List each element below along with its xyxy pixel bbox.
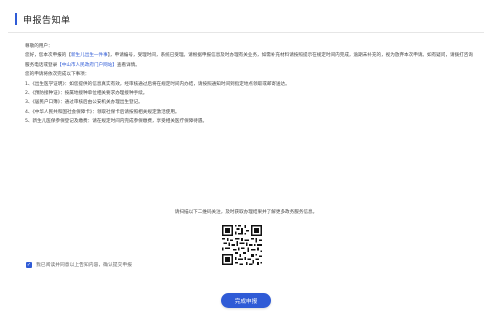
list-item: 3、《居民户口簿》：通过审核后由公安机关办理出生登记。 [25,100,143,106]
qr-code-icon [222,225,262,265]
section-title: 您的申请将依次完成以下事项： [25,72,90,78]
accent-bar [15,13,17,25]
intro-text-3: ，受理时间 [132,53,156,59]
intro-text-5: 查看详情。 [116,62,140,68]
list-item: 4、《中华人民共和国社会保障卡》：领取社保卡后请按照相关规定激活使用。 [25,109,180,115]
intro-text-1: 您好，您本次申报的【 [25,53,71,59]
notice-content: 尊敬的用户： 您好，您本次申报的【新生儿出生一件事】，申请编号，受理时间，系统已… [25,42,473,127]
service-name-link[interactable]: 新生儿出生一件事 [71,53,108,58]
consent-label: 我已阅读并同意以上告知内容，确认提交申报 [36,263,132,268]
qr-prompt: 请扫描以下二维码关注，及时获取办理结果并了解更多政务服务信息。 [174,210,318,215]
intro-text-2: 】，申请编号 [107,53,133,59]
page-header: 申报告知单 [15,11,71,27]
platform-link[interactable]: 【中山市人民政府门户网站】 [57,63,117,68]
list-item: 1、《出生医学证明》：如您提供的信息真实有效，经审核通过后将在规定时间内办结，请… [25,81,290,87]
consent-row[interactable]: ✓ 我已阅读并同意以上告知内容，确认提交申报 [26,261,132,268]
page-title: 申报告知单 [23,15,71,26]
notice-page: 申报告知单 尊敬的用户： 您好，您本次申报的【新生儿出生一件事】，申请编号，受理… [0,0,492,316]
submit-button[interactable]: 完成申报 [221,293,271,308]
list-item: 5、新生儿医保参保登记及缴费：请在规定时间内完成参保缴费，享受相关医疗保障待遇。 [25,119,208,125]
header-divider [8,32,484,33]
consent-checkbox[interactable]: ✓ [26,261,32,268]
intro-paragraph: 您好，您本次申报的【新生儿出生一件事】，申请编号，受理时间，系统已受理。请根据申… [25,51,473,70]
list-item: 2、《预防接种证》：按属地接种单位相关要求办理接种手续。 [25,91,148,97]
greeting: 尊敬的用户： [25,44,53,49]
